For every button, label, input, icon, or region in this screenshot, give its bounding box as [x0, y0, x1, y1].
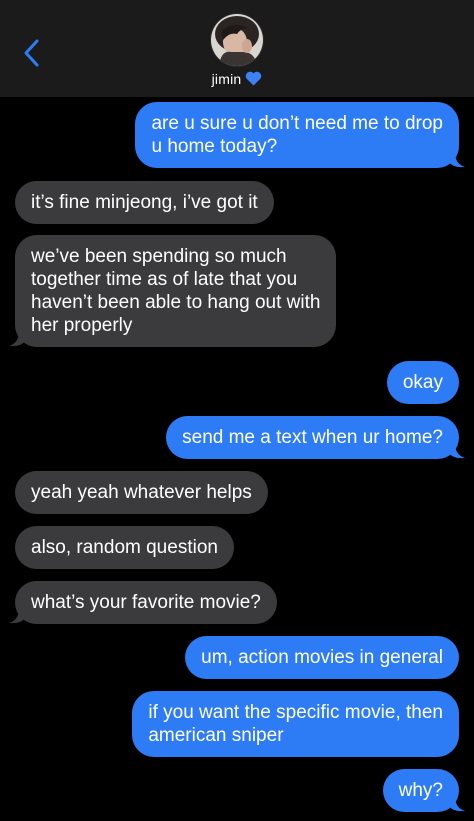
avatar[interactable] — [211, 14, 263, 66]
message-text-line: um, action movies in general — [201, 647, 443, 668]
message-text-line: we’ve been spending so much — [31, 246, 287, 267]
back-button[interactable] — [14, 36, 48, 70]
outgoing-message[interactable]: if you want the specific movie, then amer… — [132, 691, 459, 757]
message-text-line: okay — [402, 372, 443, 393]
message-text-line: are u sure u don’t need me to drop — [151, 113, 443, 134]
message-text-line: if you want the specific movie, then — [148, 702, 443, 723]
message-text-line: it’s fine minjeong, i’ve got it — [31, 192, 258, 213]
message-text-line: send me a text when ur home? — [182, 427, 443, 448]
message-text-line: why? — [398, 780, 443, 801]
message-text-line: her properly — [31, 315, 133, 336]
conversation-screen: jimin are u sure u don’t need me to drop… — [0, 0, 474, 821]
outgoing-message[interactable]: um, action movies in general — [185, 636, 459, 679]
incoming-message[interactable]: yeah yeah whatever helps — [15, 471, 268, 514]
bubble-tail — [449, 152, 465, 168]
outgoing-message[interactable]: why? — [382, 769, 459, 812]
message-text-line: what’s your favorite movie? — [31, 592, 261, 613]
chevron-left-icon — [24, 39, 39, 67]
incoming-message[interactable]: also, random question — [15, 526, 234, 569]
incoming-message[interactable]: what’s your favorite movie? — [15, 581, 277, 624]
incoming-message[interactable]: it’s fine minjeong, i’ve got it — [15, 181, 274, 224]
message-text-line: haven’t been able to hang out with — [31, 292, 321, 313]
message-text-line: american sniper — [148, 725, 284, 746]
contact-name[interactable]: jimin — [0, 71, 474, 89]
contact-avatar-icon — [211, 14, 263, 66]
message-text-line: yeah yeah whatever helps — [31, 482, 252, 503]
message-text-line: u home today? — [151, 136, 278, 157]
incoming-message[interactable]: we’ve been spending so much together time… — [15, 235, 337, 347]
outgoing-message[interactable]: okay — [386, 361, 459, 404]
blue-heart-icon — [245, 71, 262, 89]
conversation-header: jimin — [0, 0, 474, 97]
contact-name-label: jimin — [211, 71, 242, 87]
bubble-tail — [449, 443, 465, 459]
bubble-tail — [9, 608, 25, 624]
bubble-tail — [9, 331, 25, 347]
outgoing-message[interactable]: send me a text when ur home? — [166, 416, 459, 459]
bubble-tail — [449, 796, 465, 812]
outgoing-message[interactable]: are u sure u don’t need me to drop u home… — [135, 102, 459, 168]
message-text-line: together time as of late that you — [31, 269, 298, 290]
message-text-line: also, random question — [31, 537, 218, 558]
